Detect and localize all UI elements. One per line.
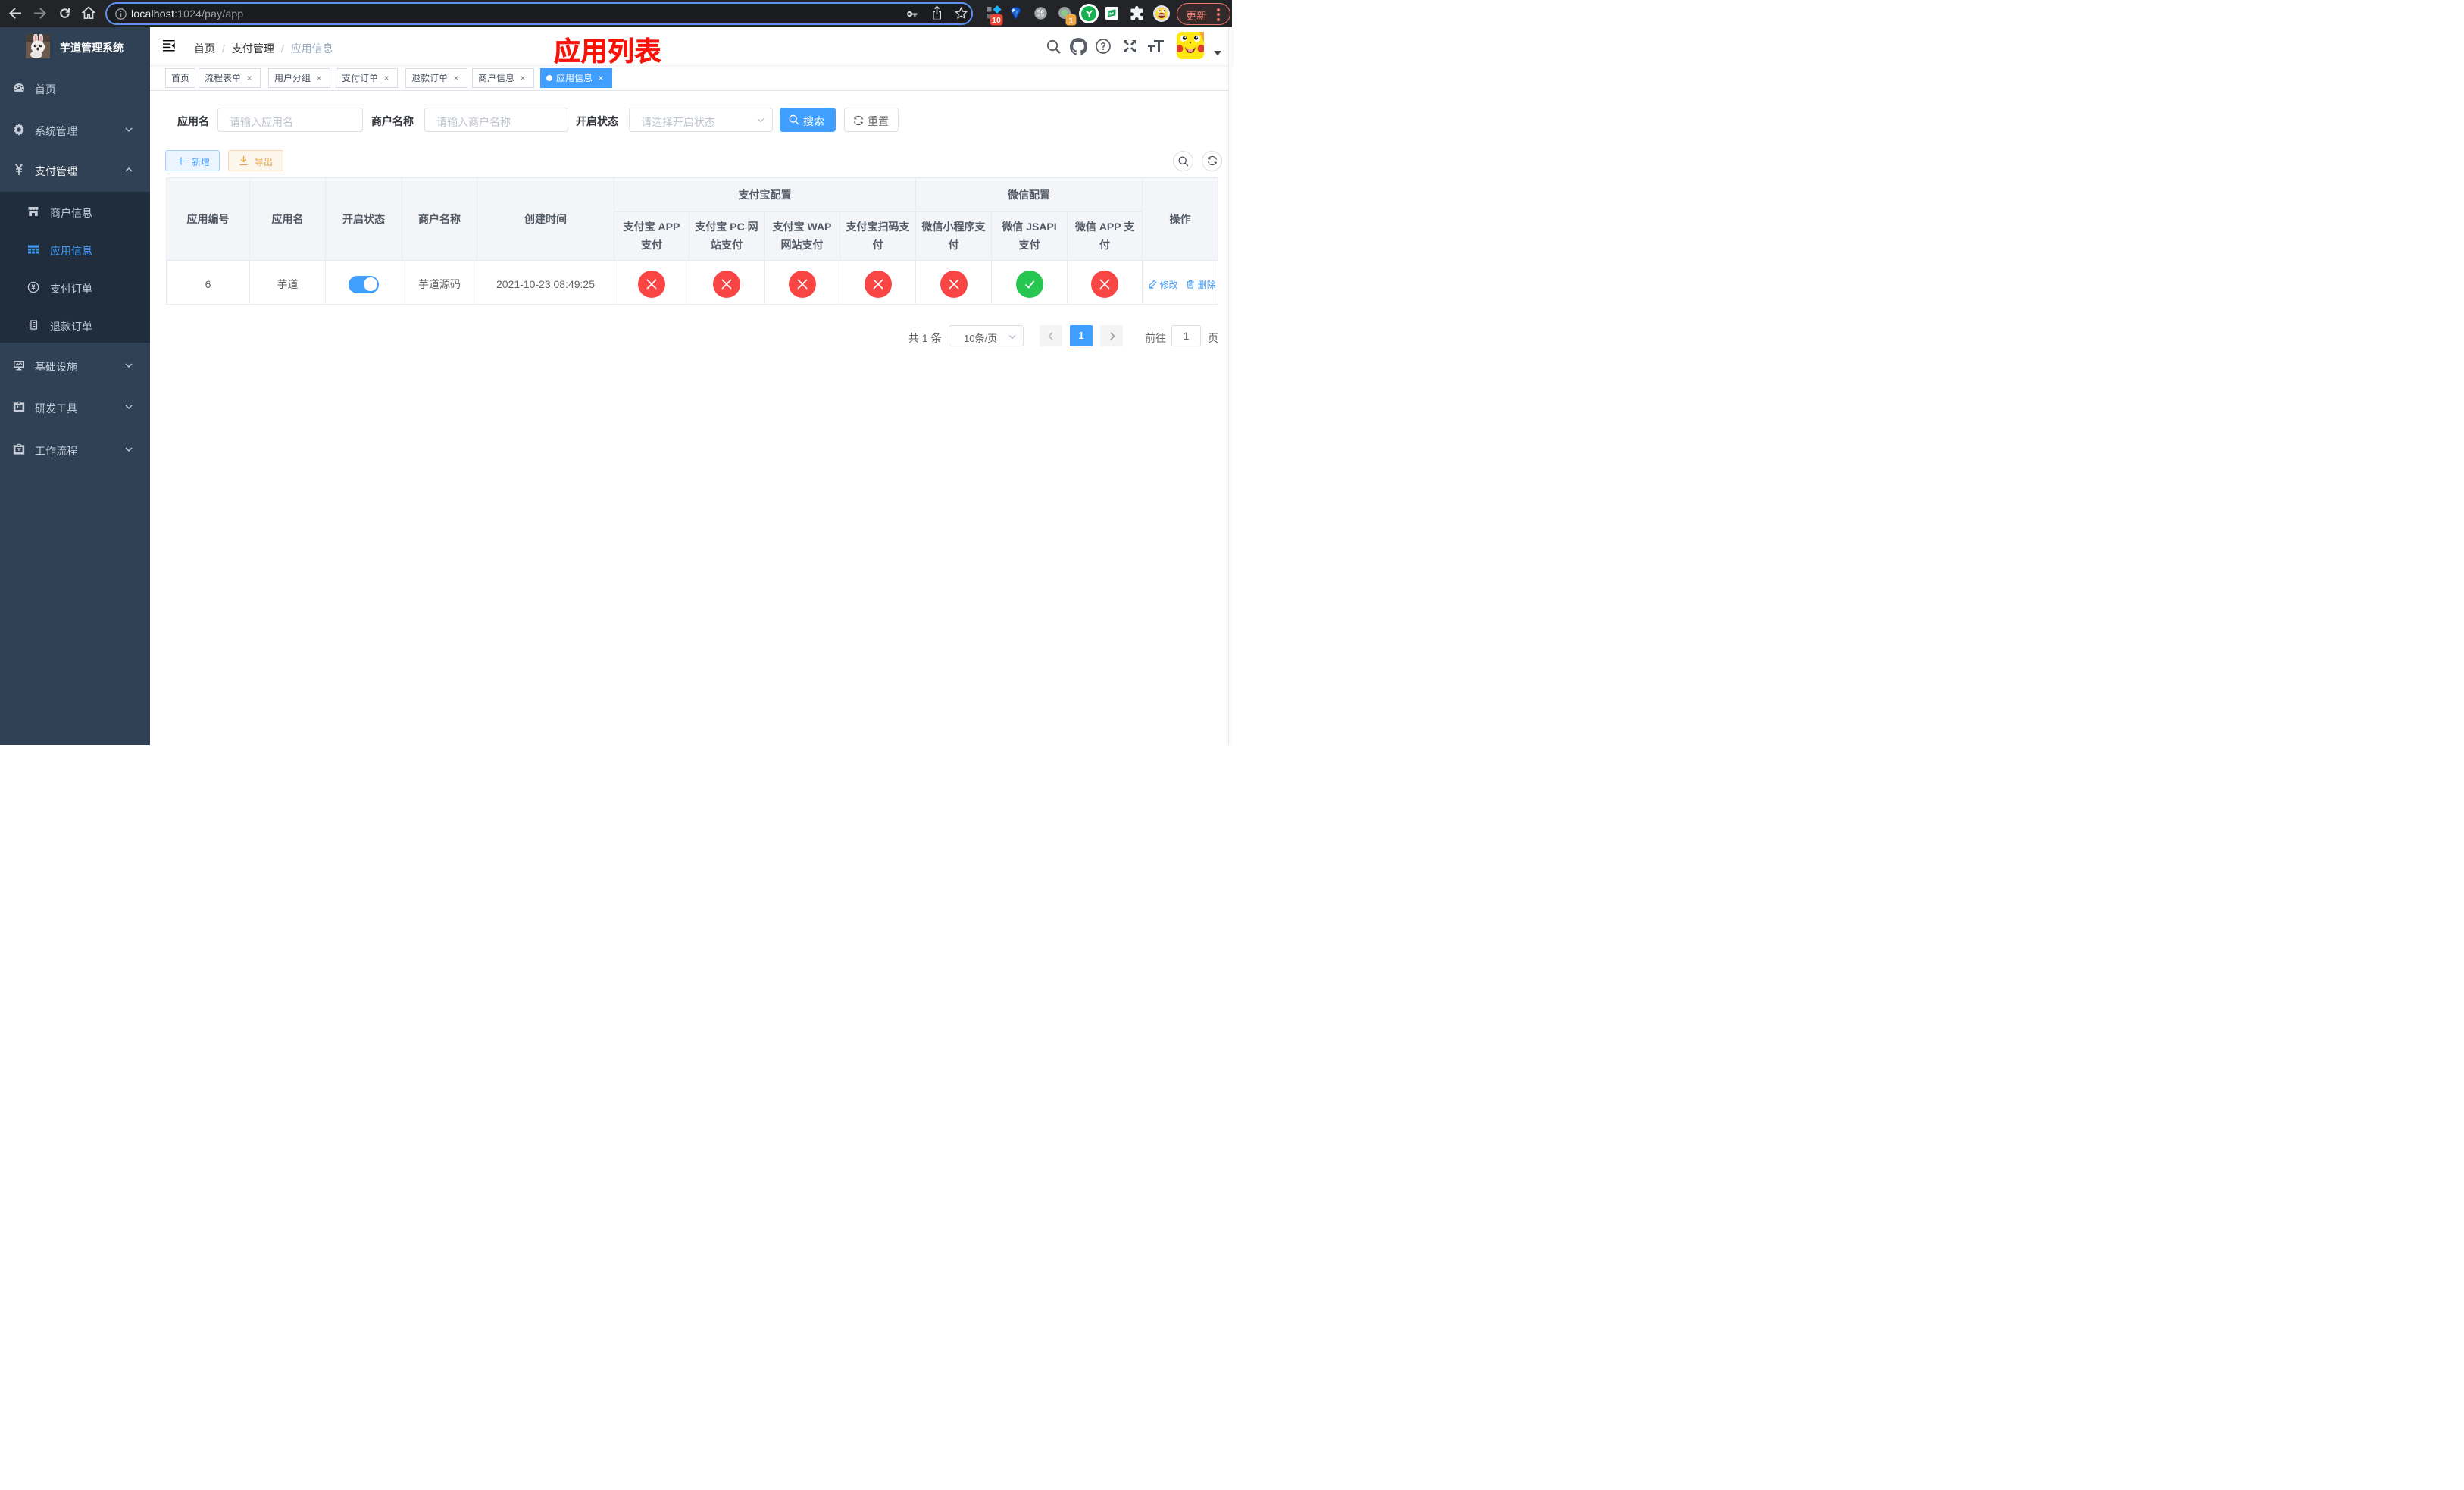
svg-text:⌘: ⌘ (1037, 10, 1045, 19)
svg-text:10: 10 (992, 16, 1001, 25)
svg-text:1: 1 (1069, 17, 1074, 26)
